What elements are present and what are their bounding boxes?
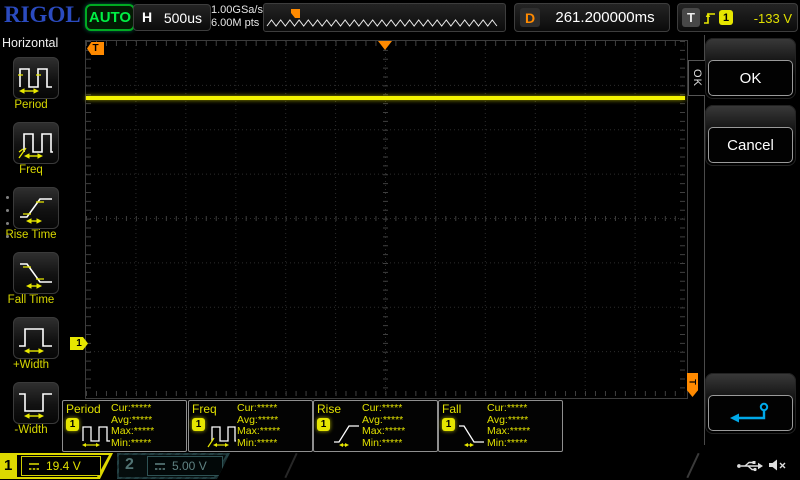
period-button[interactable] — [13, 57, 59, 99]
return-arrow-icon — [728, 401, 774, 425]
menu-scroll-dot — [6, 222, 9, 225]
rise-icon — [332, 421, 362, 448]
sidebar-item-plus-width[interactable]: +Width — [0, 317, 62, 373]
sidebar-item-minus-width[interactable]: -Width — [0, 382, 62, 438]
fall-time-icon — [18, 256, 54, 290]
rise-time-button[interactable] — [13, 187, 59, 229]
plus-width-button[interactable] — [13, 317, 59, 359]
channel-bar-divider — [284, 453, 297, 478]
sidebar-item-label: -Width — [0, 424, 62, 436]
sidebar-item-label: Freq — [0, 164, 62, 176]
dc-coupling-icon — [154, 462, 166, 471]
channel-badge: 1 — [66, 418, 79, 431]
waveform-preview-bar — [263, 3, 506, 32]
delay-label: D — [520, 8, 540, 27]
usb-icon — [736, 458, 764, 473]
sidebar-item-rise-time[interactable]: Rise Time — [0, 187, 62, 243]
measurement-name: Fall — [442, 402, 461, 416]
menu-scroll-dot — [6, 196, 9, 199]
minus-width-icon — [18, 386, 54, 420]
channel-badge: 1 — [192, 418, 205, 431]
graticule: T — [85, 40, 688, 399]
channel-badge: 1 — [317, 418, 330, 431]
memory-depth: 6.00M pts — [211, 17, 263, 30]
channel-badge: 1 — [442, 418, 455, 431]
acquisition-info: 1.00GSa/s 6.00M pts — [211, 4, 263, 29]
cancel-button[interactable]: Cancel — [708, 127, 793, 163]
sidebar-item-freq[interactable]: Freq — [0, 122, 62, 178]
measurement-panel-rise: Rise 1 Cur:***** Avg:***** Max:***** Min… — [313, 400, 438, 452]
channel1-tab[interactable]: 1 19.4 V — [0, 453, 113, 479]
freq-button[interactable] — [13, 122, 59, 164]
preview-wave-path — [267, 20, 497, 26]
back-softkey[interactable] — [705, 373, 796, 434]
sidebar-item-label: Rise Time — [0, 229, 62, 241]
trigger-level-value: -133 V — [738, 11, 792, 26]
sample-rate: 1.00GSa/s — [211, 4, 263, 17]
sidebar-item-label: +Width — [0, 359, 62, 371]
rigol-logo: RIGOL — [4, 2, 81, 28]
fall-time-button[interactable] — [13, 252, 59, 294]
sidebar-title: Horizontal — [2, 36, 58, 50]
menu-scroll-dot — [6, 209, 9, 212]
graticule-grid — [86, 41, 685, 396]
trigger-source-badge: 1 — [719, 10, 733, 25]
horizontal-timebase-box: H 500us — [133, 4, 211, 31]
measurement-name: Period — [66, 402, 101, 416]
channel1-number: 1 — [4, 457, 12, 474]
channel2-scale: 5.00 V — [172, 459, 207, 473]
fall-icon — [457, 421, 487, 448]
measurement-name: Freq — [192, 402, 217, 416]
measurement-values: Cur:***** Avg:***** Max:***** Min:***** — [111, 403, 154, 449]
channel1-waveform — [86, 96, 685, 100]
sidebar-item-fall-time[interactable]: Fall Time — [0, 252, 62, 308]
minus-width-button[interactable] — [13, 382, 59, 424]
measurement-panel-freq: Freq 1 Cur:***** Avg:***** Max:***** Min… — [188, 400, 313, 452]
measurement-values: Cur:***** Avg:***** Max:***** Min:***** — [237, 403, 280, 449]
ok-button[interactable]: OK — [708, 60, 793, 96]
dc-coupling-icon — [28, 462, 40, 471]
freq-icon — [18, 126, 54, 160]
menu-tab: OK — [688, 60, 705, 96]
sidebar-item-label: Fall Time — [0, 294, 62, 306]
return-button[interactable] — [708, 395, 793, 431]
trigger-slope-rising-icon — [703, 10, 716, 25]
speaker-muted-icon — [768, 458, 788, 473]
preview-wave-icon — [264, 4, 503, 29]
measurement-values: Cur:***** Avg:***** Max:***** Min:***** — [362, 403, 405, 449]
measurement-panel-fall: Fall 1 Cur:***** Avg:***** Max:***** Min… — [438, 400, 563, 452]
period-icon — [81, 421, 111, 448]
trigger-position-marker — [378, 41, 392, 50]
delay-value: 261.200000ms — [545, 9, 665, 26]
measurement-panel-period: Period 1 Cur:***** Avg:***** Max:***** M… — [62, 400, 187, 452]
preview-position-marker — [291, 9, 300, 18]
trigger-level-marker: T — [687, 373, 698, 397]
measurement-name: Rise — [317, 402, 341, 416]
freq-icon — [207, 421, 237, 448]
oscilloscope-screen: RIGOL AUTO H 500us 1.00GSa/s 6.00M pts D… — [0, 0, 800, 480]
ok-softkey[interactable]: OK — [705, 38, 796, 99]
measurement-values: Cur:***** Avg:***** Max:***** Min:***** — [487, 403, 530, 449]
sidebar-item-label: Period — [0, 99, 62, 111]
plus-width-icon — [18, 321, 54, 355]
trigger-label: T — [682, 8, 700, 27]
delay-box: D 261.200000ms — [514, 3, 670, 32]
rise-time-icon — [18, 191, 54, 225]
channel-bar-divider — [686, 453, 699, 478]
trigger-box: T 1 -133 V — [677, 3, 798, 32]
menu-scroll-dot — [6, 235, 9, 238]
channel1-scale: 19.4 V — [46, 459, 81, 473]
period-icon — [18, 61, 54, 95]
channel1-scale-box: 19.4 V — [21, 456, 101, 476]
channel2-scale-box: 5.00 V — [147, 456, 223, 476]
channel2-tab[interactable]: 2 5.00 V — [117, 453, 230, 479]
sidebar-item-period[interactable]: Period — [0, 57, 62, 113]
cancel-softkey[interactable]: Cancel — [705, 105, 796, 166]
timebase-value: 500us — [164, 10, 202, 26]
channel2-number: 2 — [125, 456, 134, 474]
menu-tab-label: OK — [691, 69, 703, 87]
horizontal-label: H — [142, 9, 152, 25]
run-status-badge: AUTO — [85, 4, 135, 31]
